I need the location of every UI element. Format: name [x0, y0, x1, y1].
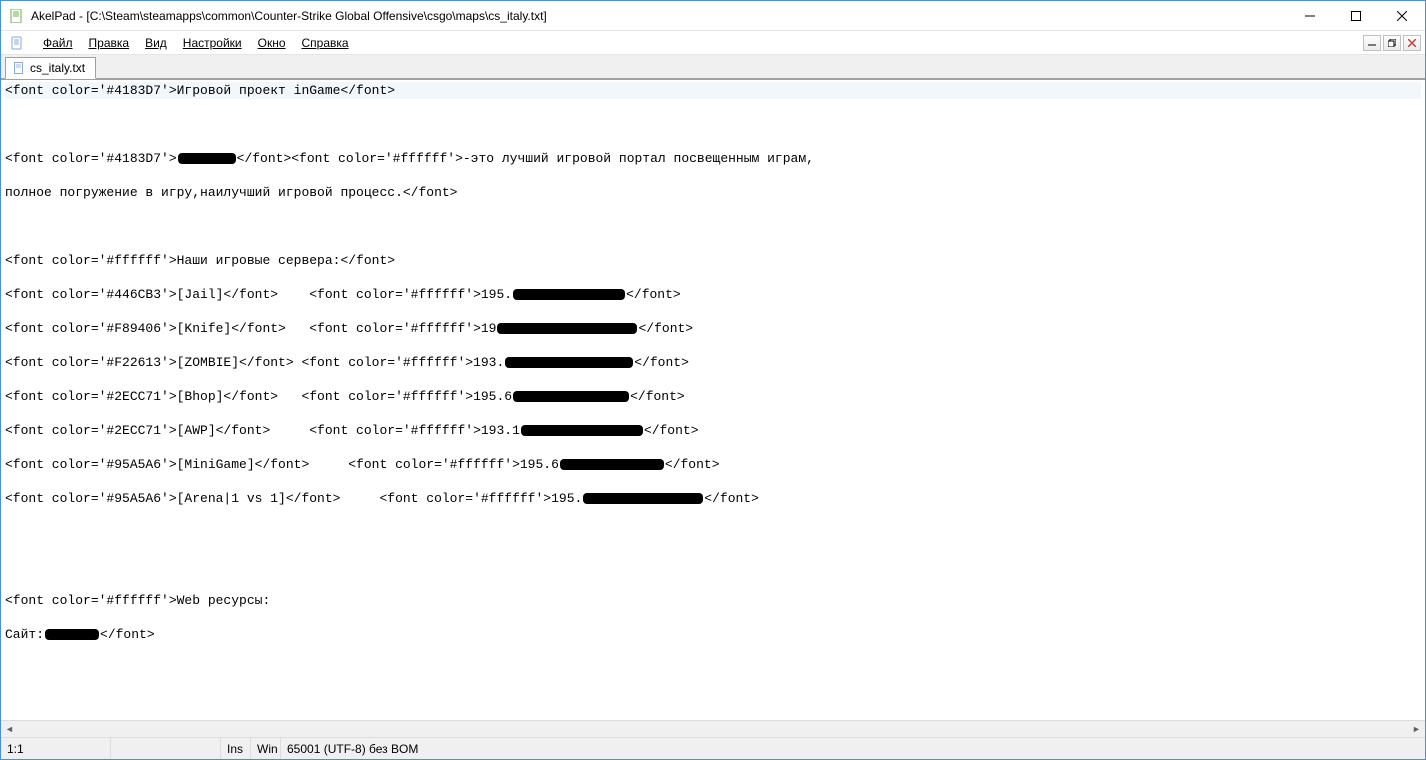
editor-line — [5, 524, 1421, 541]
editor-line: <font color='#2ECC71'>[AWP]</font> <font… — [5, 422, 1421, 439]
status-cursor-pos: 1:1 — [1, 738, 111, 759]
status-bar: 1:1 Ins Win 65001 (UTF-8) без BOM — [1, 737, 1425, 759]
status-insert-mode: Ins — [221, 738, 251, 759]
close-button[interactable] — [1379, 1, 1425, 31]
editor-line — [5, 116, 1421, 133]
redacted-text — [521, 425, 643, 436]
menu-edit[interactable]: Правка — [81, 33, 138, 53]
editor-line: <font color='#95A5A6'>[Arena|1 vs 1]</fo… — [5, 490, 1421, 507]
window-title: AkelPad - [C:\Steam\steamapps\common\Cou… — [31, 9, 547, 23]
maximize-button[interactable] — [1333, 1, 1379, 31]
editor-line: <font color='#4183D7'></font><font color… — [5, 150, 1421, 167]
window-controls — [1287, 1, 1425, 31]
editor-line — [5, 218, 1421, 235]
mdi-restore-button[interactable] — [1383, 35, 1401, 51]
title-bar: AkelPad - [C:\Steam\steamapps\common\Cou… — [1, 1, 1425, 31]
redacted-text — [513, 289, 625, 300]
editor-line: <font color='#4183D7'>Игровой проект inG… — [5, 82, 1421, 99]
editor-line: полное погружение в игру,наилучший игров… — [5, 184, 1421, 201]
status-line-ending: Win — [251, 738, 281, 759]
status-blank — [111, 738, 221, 759]
editor-line: <font color='#ffffff'>Web ресурсы: — [5, 592, 1421, 609]
mdi-minimize-button[interactable] — [1363, 35, 1381, 51]
mdi-close-button[interactable] — [1403, 35, 1421, 51]
text-editor[interactable]: <font color='#4183D7'>Игровой проект inG… — [1, 80, 1425, 720]
redacted-text — [560, 459, 664, 470]
menu-help[interactable]: Справка — [294, 33, 357, 53]
editor-line: <font color='#ffffff'>Наши игровые серве… — [5, 252, 1421, 269]
scroll-track[interactable] — [18, 721, 1408, 738]
redacted-text — [583, 493, 703, 504]
menu-file[interactable]: Файл — [35, 33, 81, 53]
redacted-text — [513, 391, 629, 402]
editor-line: <font color='#2ECC71'>[Bhop]</font> <fon… — [5, 388, 1421, 405]
tab-label: cs_italy.txt — [30, 61, 85, 75]
editor-line: Сайт:</font> — [5, 626, 1421, 643]
redacted-text — [45, 629, 99, 640]
editor-container: <font color='#4183D7'>Игровой проект inG… — [1, 79, 1425, 737]
menu-bar: Файл Правка Вид Настройки Окно Справка — [1, 31, 1425, 55]
status-encoding: 65001 (UTF-8) без BOM — [281, 738, 424, 759]
mdi-controls — [1363, 35, 1425, 51]
editor-line — [5, 558, 1421, 575]
scroll-right-icon[interactable]: ► — [1408, 721, 1425, 738]
scroll-left-icon[interactable]: ◄ — [1, 721, 18, 738]
menu-settings[interactable]: Настройки — [175, 33, 250, 53]
minimize-button[interactable] — [1287, 1, 1333, 31]
app-icon — [9, 8, 25, 24]
document-icon — [9, 35, 25, 51]
editor-line: <font color='#F89406'>[Knife]</font> <fo… — [5, 320, 1421, 337]
menu-view[interactable]: Вид — [137, 33, 175, 53]
redacted-text — [178, 153, 236, 164]
file-icon — [12, 61, 26, 75]
tab-bar: cs_italy.txt — [1, 55, 1425, 79]
horizontal-scrollbar[interactable]: ◄ ► — [1, 720, 1425, 737]
editor-line: <font color='#446CB3'>[Jail]</font> <fon… — [5, 286, 1421, 303]
tab-cs-italy[interactable]: cs_italy.txt — [5, 57, 96, 79]
redacted-text — [497, 323, 637, 334]
menu-window[interactable]: Окно — [250, 33, 294, 53]
redacted-text — [505, 357, 633, 368]
editor-line: <font color='#F22613'>[ZOMBIE]</font> <f… — [5, 354, 1421, 371]
editor-line: <font color='#95A5A6'>[MiniGame]</font> … — [5, 456, 1421, 473]
